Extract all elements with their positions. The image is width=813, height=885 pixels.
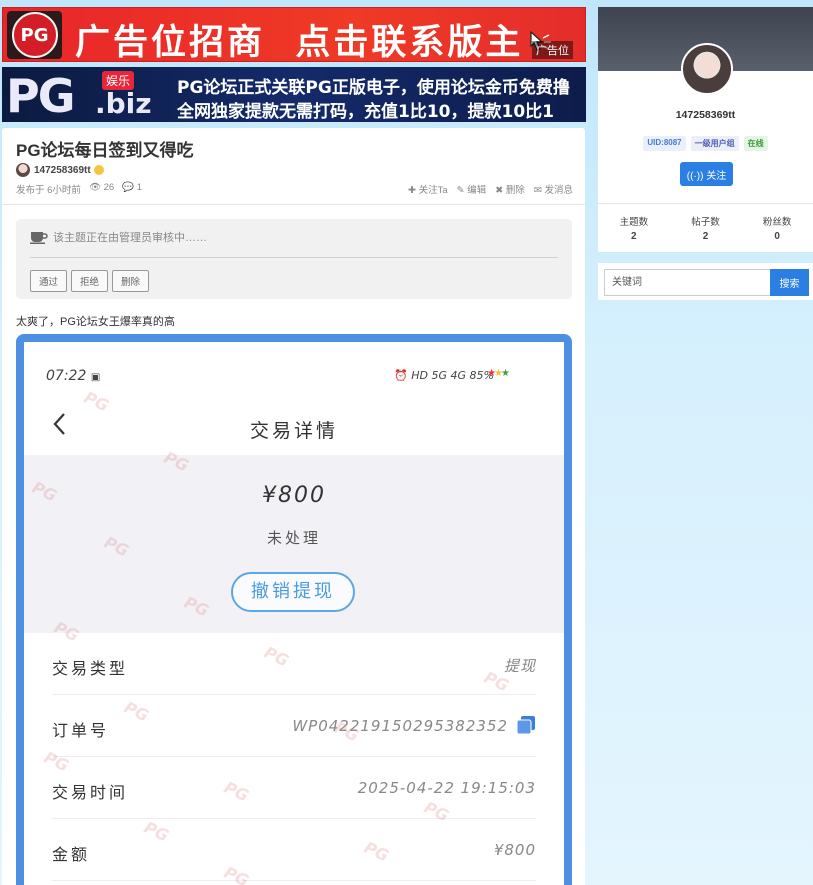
author-avatar[interactable] — [16, 163, 30, 177]
follow-button[interactable]: ((·)) 关注 — [680, 162, 733, 186]
thread-author[interactable]: 147258369tt — [16, 163, 104, 177]
plus-icon: ✚ — [407, 185, 416, 196]
amount-value: ¥800 — [262, 483, 326, 508]
ad2-pg-logo: PG — [6, 69, 75, 122]
thread-meta: 发布于 6小时前 👁 26 💬 1 — [16, 182, 142, 196]
delete-link-label: 删除 — [505, 185, 525, 196]
stat-posts[interactable]: 帖子数 2 — [670, 214, 742, 242]
post-body-text: 太爽了，PG论坛女王爆率真的高 — [16, 316, 175, 328]
message-link[interactable]: ✉ 发消息 — [534, 182, 573, 196]
ad-banner-1-text: 广告位招商 点击联系版主 — [75, 23, 524, 62]
detail-label: 金额 — [52, 845, 91, 864]
detail-value: WP042219150295382352 — [292, 717, 508, 735]
ad-logo: PG — [7, 11, 62, 59]
follow-button-label: 关注 — [706, 170, 727, 182]
online-badge: 在线 — [743, 136, 768, 151]
profile-badges: UID:8087 一级用户组 在线 — [598, 136, 813, 151]
edit-link-label: 编辑 — [467, 185, 487, 196]
views: 👁 26 — [89, 182, 114, 196]
stat-label: 主题数 — [619, 217, 649, 228]
detail-label: 交易类型 — [52, 659, 129, 678]
ad2-biz-text: .biz — [95, 87, 152, 120]
remove-button[interactable]: 删除 — [112, 270, 150, 292]
detail-row: 金额 ¥800 — [52, 819, 536, 881]
comment-icon: 💬 — [122, 182, 135, 193]
edit-icon: ✎ — [456, 185, 465, 196]
post-image-content: 07:22 ▣ ⏰ HD 5G 4G 85% ★★★ 交易详情 ¥800 未处理… — [24, 342, 564, 885]
search-box: 搜索 — [598, 263, 813, 300]
author-name[interactable]: 147258369tt — [34, 165, 91, 176]
review-divider — [30, 257, 558, 258]
ad-banner-2[interactable]: PG 娱乐 .biz PG论坛正式关联PG正版电子，使用论坛金币免费撸 全网独家… — [2, 67, 586, 122]
eye-icon: 👁 — [88, 182, 101, 193]
thread-title: PG论坛每日签到又得吃 — [16, 141, 194, 160]
profile-card: 147258369tt UID:8087 一级用户组 在线 ((·)) 关注 主… — [598, 7, 813, 252]
ad2-line-2: 全网独家提款无需打码，充值1比10，提款10比1 — [177, 102, 554, 122]
envelope-icon: ✉ — [533, 185, 542, 196]
thread-card: PG论坛每日签到又得吃 147258369tt 发布于 6小时前 👁 26 💬 … — [2, 128, 585, 885]
medal-icon — [93, 165, 104, 175]
coffee-icon — [30, 232, 48, 244]
stat-label: 帖子数 — [691, 217, 720, 228]
detail-value: 提现 — [503, 657, 536, 675]
alarm-icon: ⏰ — [394, 369, 408, 382]
watermark: PG — [81, 387, 112, 416]
header-divider — [2, 204, 585, 205]
uid-badge: UID:8087 — [643, 136, 686, 151]
replies-count: 1 — [136, 182, 142, 193]
delete-link[interactable]: ✖ 删除 — [495, 182, 525, 196]
detail-value: 2025-04-22 19:15:03 — [357, 779, 536, 797]
search-input[interactable] — [604, 269, 770, 296]
stat-value: 2 — [702, 231, 709, 242]
detail-value: ¥800 — [493, 841, 536, 859]
stat-value: 2 — [631, 231, 637, 242]
review-message-text: 该主题正在由管理员审核中…… — [53, 232, 207, 244]
phone-status-right: ⏰ HD 5G 4G 85% — [394, 369, 494, 382]
detail-label: 交易时间 — [52, 783, 129, 802]
stat-value: 0 — [774, 231, 780, 242]
profile-divider — [598, 203, 813, 204]
stat-threads[interactable]: 主题数 2 — [598, 214, 670, 242]
ad-tag: 广告位 — [532, 41, 573, 59]
approve-button[interactable]: 通过 — [30, 270, 68, 292]
ad-banner-1[interactable]: PG 广告位招商 点击联系版主 广告位 — [2, 7, 586, 62]
posted-time: 发布于 6小时前 — [16, 185, 81, 196]
review-message: 该主题正在由管理员审核中…… — [30, 229, 207, 245]
copy-icon — [516, 716, 535, 735]
profile-stats: 主题数 2 帖子数 2 粉丝数 0 — [598, 214, 813, 242]
cat-icon: ▣ — [90, 372, 101, 383]
detail-row: 交易类型 提现 — [52, 633, 536, 695]
detail-label: 订单号 — [52, 721, 110, 740]
close-icon: ✖ — [495, 185, 504, 196]
phone-time-text: 07:22 — [46, 368, 87, 384]
thread-actions: ✚ 关注Ta ✎ 编辑 ✖ 删除 ✉ 发消息 — [408, 182, 573, 196]
stat-label: 粉丝数 — [762, 217, 792, 228]
cancel-withdrawal-button: 撤销提现 — [231, 572, 355, 612]
stars-icon: ★★★ — [487, 368, 510, 379]
message-link-label: 发消息 — [544, 185, 573, 196]
edit-link[interactable]: ✎ 编辑 — [457, 182, 487, 196]
phone-status-text: HD 5G 4G 85% — [411, 369, 494, 382]
ad-logo-text: PG — [11, 12, 58, 58]
ad2-line-1: PG论坛正式关联PG正版电子，使用论坛金币免费撸 — [177, 78, 570, 98]
profile-username[interactable]: 147258369tt — [598, 109, 813, 121]
broadcast-icon: ((·)) — [686, 170, 704, 182]
views-count: 26 — [103, 182, 115, 193]
review-buttons: 通过 拒绝 删除 — [30, 270, 150, 292]
phone-page-title: 交易详情 — [249, 420, 338, 442]
replies: 💬 1 — [122, 182, 142, 196]
reject-button[interactable]: 拒绝 — [71, 270, 109, 292]
search-button[interactable]: 搜索 — [770, 269, 809, 296]
detail-row: 交易时间 2025-04-22 19:15:03 — [52, 757, 536, 819]
stat-fans[interactable]: 粉丝数 0 — [741, 214, 813, 242]
group-badge: 一级用户组 — [690, 136, 739, 151]
follow-link-label: 关注Ta — [418, 185, 448, 196]
post-image[interactable]: 07:22 ▣ ⏰ HD 5G 4G 85% ★★★ 交易详情 ¥800 未处理… — [16, 334, 572, 885]
phone-status-time: 07:22 ▣ — [46, 368, 100, 384]
review-box: 该主题正在由管理员审核中…… 通过 拒绝 删除 — [16, 219, 572, 299]
avatar[interactable] — [681, 43, 733, 95]
follow-link[interactable]: ✚ 关注Ta — [408, 182, 448, 196]
detail-row: 订单号 WP042219150295382352 — [52, 695, 536, 757]
